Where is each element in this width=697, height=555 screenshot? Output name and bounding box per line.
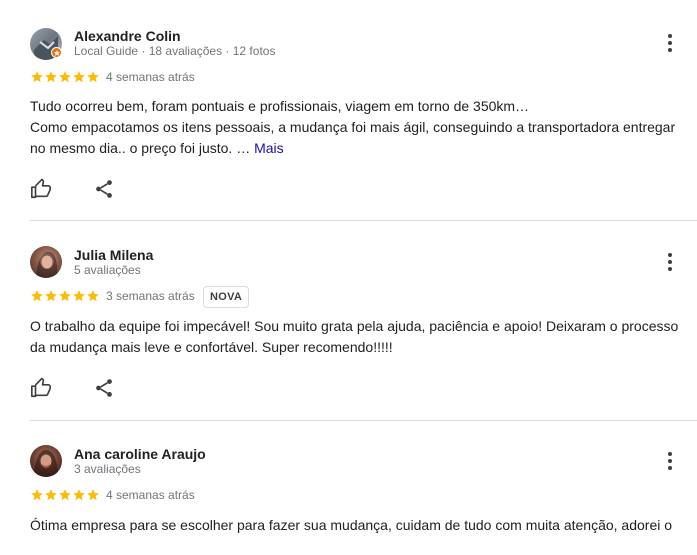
share-icon[interactable] [93, 377, 115, 399]
star-rating [30, 488, 100, 502]
star-icon [87, 489, 99, 501]
review-text-line: no mesmo dia.. o preço foi justo. … Mais [30, 138, 680, 159]
star-icon [59, 489, 71, 501]
review-text: Ótima empresa para se escolher para faze… [30, 515, 680, 536]
review-text-line: O trabalho da equipe foi impecável! Sou … [30, 318, 679, 334]
review-date: 3 semanas atrás [106, 289, 195, 303]
star-icon [87, 290, 99, 302]
star-icon [45, 489, 57, 501]
star-rating [30, 70, 100, 84]
share-icon[interactable] [93, 178, 115, 200]
more-vert-icon[interactable] [660, 251, 680, 275]
reviewer-meta[interactable]: 5 avaliações [74, 263, 141, 277]
review-date: 4 semanas atrás [106, 488, 195, 502]
star-icon [59, 290, 71, 302]
review-text-line: Ótima empresa para se escolher para faze… [30, 517, 673, 533]
star-icon [59, 71, 71, 83]
star-icon [73, 71, 85, 83]
more-vert-icon[interactable] [660, 450, 680, 474]
star-icon [45, 71, 57, 83]
reviewer-meta[interactable]: 3 avaliações [74, 462, 141, 476]
reviewer-name[interactable]: Ana caroline Araujo [74, 446, 206, 462]
reviewer-meta[interactable]: Local Guide · 18 avaliações · 12 fotos [74, 44, 275, 58]
star-icon [87, 71, 99, 83]
avatar[interactable] [30, 445, 62, 477]
reviewer-name[interactable]: Julia Milena [74, 247, 153, 263]
review-text-line: Tudo ocorreu bem, foram pontuais e profi… [30, 98, 530, 114]
avatar[interactable] [30, 246, 62, 278]
review-text: O trabalho da equipe foi impecável! Sou … [30, 316, 680, 358]
star-icon [31, 71, 43, 83]
review-text-tail: no mesmo dia.. o preço foi justo. … [30, 140, 251, 156]
new-badge: NOVA [203, 286, 250, 308]
star-icon [31, 290, 43, 302]
star-icon [31, 489, 43, 501]
review-text: Tudo ocorreu bem, foram pontuais e profi… [30, 96, 680, 159]
review-text-line: da mudança mais leve e confortável. Supe… [30, 339, 393, 355]
more-vert-icon[interactable] [660, 32, 680, 56]
review-text-line: Como empacotamos os itens pessoais, a mu… [30, 119, 676, 135]
star-icon [45, 290, 57, 302]
more-link[interactable]: Mais [254, 140, 284, 156]
star-rating [30, 289, 100, 303]
star-icon [73, 489, 85, 501]
review-date: 4 semanas atrás [106, 70, 195, 84]
local-guide-badge-icon [51, 47, 62, 58]
divider [30, 220, 697, 221]
thumbs-up-icon[interactable] [30, 178, 52, 200]
star-icon [73, 290, 85, 302]
thumbs-up-icon[interactable] [30, 377, 52, 399]
reviewer-name[interactable]: Alexandre Colin [74, 28, 181, 44]
divider [30, 420, 697, 421]
